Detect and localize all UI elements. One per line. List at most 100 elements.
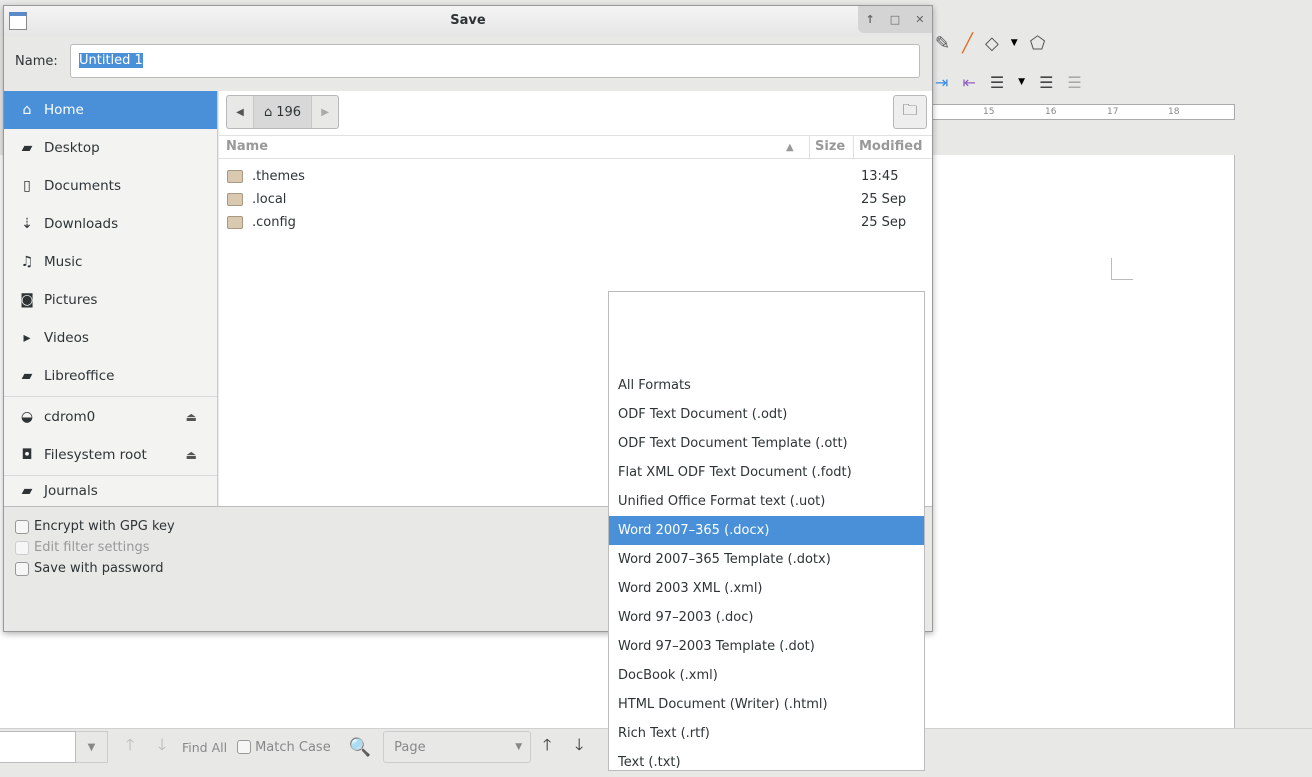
- home-icon: ⌂: [264, 104, 273, 120]
- format-option[interactable]: Word 97–2003 (.doc): [609, 603, 924, 632]
- sidebar-item-label: Pictures: [44, 292, 98, 308]
- path-button-home[interactable]: ⌂ 196: [253, 96, 313, 128]
- places-sidebar: ⌂ Home ▰ Desktop ▯ Documents ⇣ Downloads ♫ Mu…: [4, 91, 218, 506]
- document-icon: ▯: [23, 178, 31, 194]
- decrease-indent-icon[interactable]: ⇤: [962, 73, 975, 92]
- encrypt-gpg-checkbox[interactable]: [15, 519, 29, 534]
- sidebar-item-label: Music: [44, 254, 83, 270]
- format-option[interactable]: Word 2007–365 (.docx): [609, 516, 924, 545]
- save-with-password-checkbox[interactable]: [15, 561, 29, 576]
- align-icon[interactable]: ☰: [990, 73, 1004, 92]
- sidebar-item-documents[interactable]: ▯ Documents: [4, 167, 217, 205]
- sidebar-item-label: Filesystem root: [44, 447, 147, 463]
- format-option[interactable]: Word 2007–365 Template (.dotx): [609, 545, 924, 574]
- window-icon: [9, 12, 27, 30]
- increase-indent-icon[interactable]: ⇥: [935, 73, 948, 92]
- option-label: Edit filter settings: [34, 540, 150, 555]
- close-icon[interactable]: ✕: [915, 5, 924, 35]
- eject-icon[interactable]: ⏏: [186, 410, 197, 424]
- line-spacing-icon[interactable]: ☰: [1039, 73, 1053, 92]
- sidebar-item-libreoffice[interactable]: ▰ Libreoffice: [4, 357, 217, 395]
- file-row[interactable]: .config 25 Sep: [219, 212, 932, 235]
- column-modified[interactable]: Modified: [853, 136, 922, 158]
- name-label: Name:: [15, 54, 58, 69]
- find-next-icon[interactable]: 🡓: [146, 734, 178, 761]
- path-forward-icon[interactable]: ▶: [312, 96, 338, 128]
- search-in-select[interactable]: Page ▼: [383, 731, 532, 763]
- ruler-label: 18: [1168, 107, 1180, 117]
- sidebar-item-cdrom0[interactable]: ◒ cdrom0 ⏏: [4, 398, 217, 436]
- track-changes-icon[interactable]: ✎: [935, 33, 950, 54]
- format-option[interactable]: All Formats: [609, 371, 924, 400]
- file-row[interactable]: .local 25 Sep: [219, 189, 932, 212]
- sidebar-item-journals[interactable]: ▰ Journals: [4, 477, 217, 505]
- ruler-label: 17: [1107, 107, 1119, 117]
- shade-icon[interactable]: ↑: [866, 5, 875, 35]
- edit-filter-settings-checkbox: [15, 540, 29, 555]
- sidebar-item-pictures[interactable]: ◙ Pictures: [4, 281, 217, 319]
- sidebar-item-music[interactable]: ♫ Music: [4, 243, 217, 281]
- dropdown-spacer: [609, 292, 924, 371]
- column-size[interactable]: Size: [809, 136, 845, 158]
- camera-icon: ◙: [20, 292, 34, 308]
- paragraph-spacing-icon[interactable]: ☰: [1067, 73, 1081, 92]
- sidebar-item-desktop[interactable]: ▰ Desktop: [4, 129, 217, 167]
- format-option[interactable]: Word 2003 XML (.xml): [609, 574, 924, 603]
- shapes-icon[interactable]: ⬠: [1030, 33, 1046, 54]
- chevron-down-icon[interactable]: ▼: [1011, 38, 1018, 48]
- find-all-button[interactable]: Find All: [182, 740, 227, 755]
- line-icon[interactable]: ╱: [962, 33, 973, 54]
- format-option[interactable]: ODF Text Document (.odt): [609, 400, 924, 429]
- filename-value: Untitled 1: [79, 53, 143, 68]
- folder-icon: ▰: [21, 140, 33, 156]
- column-name[interactable]: Name: [226, 139, 268, 154]
- maximize-icon[interactable]: □: [890, 5, 900, 35]
- sidebar-item-filesystem-root[interactable]: ◘ Filesystem root ⏏: [4, 436, 217, 474]
- create-folder-button[interactable]: 🗀: [893, 95, 927, 129]
- chevron-down-icon[interactable]: ▼: [1018, 77, 1025, 87]
- sidebar-item-label: Libreoffice: [44, 368, 115, 384]
- file-type-dropdown-list[interactable]: All Formats ODF Text Document (.odt) ODF T…: [608, 291, 925, 771]
- match-case-checkbox[interactable]: [237, 740, 252, 754]
- video-icon: ▸: [23, 330, 31, 346]
- format-option[interactable]: Text (.txt): [609, 748, 924, 777]
- find-replace-icon[interactable]: 🔍: [349, 737, 371, 758]
- eject-icon[interactable]: ⏏: [186, 448, 197, 462]
- search-in-value: Page: [394, 739, 426, 755]
- chevron-down-icon: ▼: [515, 742, 523, 752]
- format-option[interactable]: Unified Office Format text (.uot): [609, 487, 924, 516]
- sidebar-item-downloads[interactable]: ⇣ Downloads: [4, 205, 217, 243]
- drawing-toolbar: ✎ ╱ ◇ ▼ ⬠: [935, 28, 1045, 58]
- format-option[interactable]: Word 97–2003 Template (.dot): [609, 632, 924, 661]
- find-input[interactable]: [0, 731, 76, 763]
- find-previous-icon[interactable]: 🡑: [114, 734, 146, 761]
- file-row[interactable]: .themes 13:45: [219, 166, 932, 189]
- format-option[interactable]: Flat XML ODF Text Document (.fodt): [609, 458, 924, 487]
- format-option[interactable]: HTML Document (Writer) (.html): [609, 690, 924, 719]
- file-name: .config: [252, 215, 296, 230]
- arrow-up-icon[interactable]: 🡑: [531, 734, 563, 761]
- format-option[interactable]: ODF Text Document Template (.ott): [609, 429, 924, 458]
- file-modified: 25 Sep: [861, 192, 907, 207]
- basic-shapes-icon[interactable]: ◇: [985, 33, 999, 54]
- path-back-icon[interactable]: ◀: [227, 96, 253, 128]
- ruler-label: 15: [983, 107, 995, 117]
- sidebar-item-videos[interactable]: ▸ Videos: [4, 319, 217, 357]
- divider: [4, 396, 217, 397]
- sidebar-item-home[interactable]: ⌂ Home: [4, 91, 217, 129]
- path-bar: ◀ ⌂ 196 ▶: [226, 95, 340, 129]
- filename-input[interactable]: Untitled 1: [70, 44, 920, 78]
- match-case-label: Match Case: [255, 739, 331, 755]
- harddisk-icon: ◘: [21, 447, 33, 463]
- title-bar[interactable]: Save ↑ □ ✕: [4, 6, 932, 36]
- path-label: 196: [276, 104, 302, 120]
- format-option[interactable]: DocBook (.xml): [609, 661, 924, 690]
- ruler[interactable]: 15 16 17 18: [930, 104, 1235, 120]
- sidebar-item-label: cdrom0: [44, 409, 96, 425]
- home-icon: ⌂: [22, 102, 32, 118]
- format-option[interactable]: Rich Text (.rtf): [609, 719, 924, 748]
- column-header: Name ▲ Size Modified: [219, 135, 932, 159]
- sort-ascending-icon: ▲: [786, 142, 794, 153]
- arrow-down-icon[interactable]: 🡓: [563, 734, 595, 761]
- find-history-dropdown[interactable]: ▼: [76, 731, 108, 763]
